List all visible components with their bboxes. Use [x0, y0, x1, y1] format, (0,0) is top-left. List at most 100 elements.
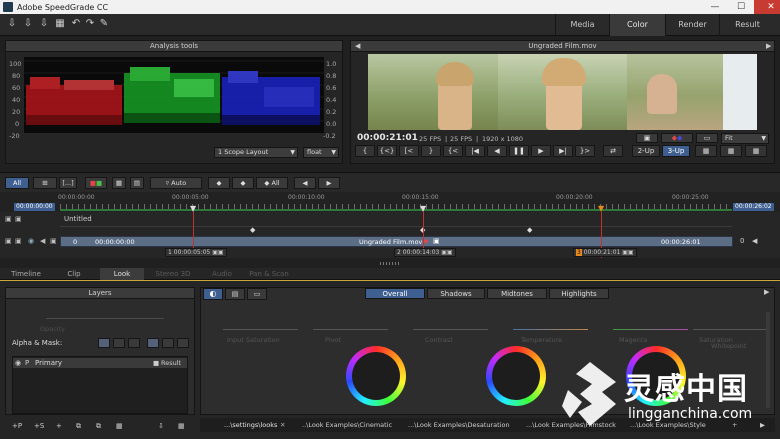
- color-swatch-icon[interactable]: ◆◆: [661, 133, 693, 143]
- marker-2-chip[interactable]: 2 00:00:14:03 ▣▣: [394, 248, 456, 257]
- loop-in-button[interactable]: [<: [399, 145, 419, 157]
- tab-look[interactable]: Look: [100, 268, 144, 280]
- tab-stereo-3d[interactable]: Stereo 3D: [146, 268, 200, 280]
- tab-result[interactable]: Result: [719, 14, 775, 36]
- step-back-button[interactable]: |◀: [465, 145, 485, 157]
- keyframe-up-icon[interactable]: ◆: [232, 177, 254, 189]
- track-lock-icon[interactable]: ▣: [5, 215, 12, 223]
- minimize-button[interactable]: —: [702, 0, 728, 14]
- look-item-desaturation[interactable]: ...\Look Examples\Desaturation: [408, 418, 510, 432]
- all-button[interactable]: All: [5, 177, 29, 189]
- color-wheel-mode-icon[interactable]: ◐: [203, 288, 223, 300]
- mask-none-icon[interactable]: [98, 338, 110, 348]
- lock-icon[interactable]: ▣: [5, 237, 12, 245]
- wipe-icon[interactable]: ▭: [696, 133, 718, 143]
- tab-media[interactable]: Media: [555, 14, 609, 36]
- panel-menu-icon[interactable]: ▶: [764, 288, 769, 296]
- shadows-color-wheel[interactable]: [346, 346, 406, 406]
- split-view-icon[interactable]: ▣: [636, 133, 658, 143]
- all-keys-button[interactable]: ◆ All: [256, 177, 288, 189]
- close-button[interactable]: ✕: [754, 0, 780, 14]
- contrast-slider[interactable]: [413, 329, 488, 330]
- look-item-settings[interactable]: ...\settings\looks: [224, 418, 277, 432]
- tab-timeline[interactable]: Timeline: [4, 268, 48, 280]
- pause-button[interactable]: ❚❚: [509, 145, 529, 157]
- keyframe-diamond[interactable]: ◆: [250, 226, 255, 234]
- mask-circle-icon[interactable]: [113, 338, 125, 348]
- open-icon[interactable]: ⇩: [6, 18, 18, 30]
- view-3up-button[interactable]: 3-Up: [662, 145, 690, 157]
- mask-rect-icon[interactable]: [128, 338, 140, 348]
- look-item-cinematic[interactable]: ..\Look Examples\Cinematic: [302, 418, 392, 432]
- layers-icon[interactable]: ▤: [130, 177, 144, 189]
- panel-resize-handle[interactable]: [380, 262, 400, 265]
- add-primary-button[interactable]: +P: [12, 422, 22, 430]
- panel-scrollbar[interactable]: [766, 312, 770, 408]
- look-browser-icon[interactable]: ▦: [178, 422, 185, 430]
- tab-highlights[interactable]: Highlights: [549, 288, 609, 299]
- prev-edit-button[interactable]: {<: [443, 145, 463, 157]
- step-forward-button[interactable]: ▶|: [553, 145, 573, 157]
- pivot-slider[interactable]: [313, 329, 388, 330]
- bracket-icon[interactable]: [...]: [59, 177, 77, 189]
- look-close-icon[interactable]: ✕: [280, 418, 285, 432]
- mask-shape-icon[interactable]: [177, 338, 189, 348]
- next-keyframe-icon[interactable]: ▶: [318, 177, 340, 189]
- layer-row-primary[interactable]: ◉ P Primary ■ Result: [13, 358, 187, 368]
- grid-icon[interactable]: ▦: [112, 177, 126, 189]
- save-look-icon[interactable]: ⇩: [158, 422, 164, 430]
- saturation-slider[interactable]: [693, 329, 768, 330]
- temperature-slider[interactable]: [513, 329, 588, 330]
- play-reverse-button[interactable]: ◀: [487, 145, 507, 157]
- midtones-color-wheel[interactable]: [486, 346, 546, 406]
- tab-color[interactable]: Color: [609, 14, 665, 36]
- scope-layout-select[interactable]: 1 Scope Layout ▼: [214, 147, 298, 158]
- loop-button[interactable]: ⇄: [603, 145, 623, 157]
- timeline-ruler[interactable]: 00:00:00:00 00:00:05:00 00:00:10:00 00:0…: [0, 192, 780, 213]
- add-keyframe-icon[interactable]: ◆: [208, 177, 230, 189]
- save-icon[interactable]: ⇩: [22, 18, 34, 30]
- go-in-button[interactable]: {<}: [377, 145, 397, 157]
- tab-midtones[interactable]: Midtones: [487, 288, 547, 299]
- add-secondary-button[interactable]: +S: [34, 422, 44, 430]
- render-queue-icon[interactable]: ▦: [54, 18, 66, 30]
- looks-menu-icon[interactable]: ▶: [760, 418, 765, 432]
- mark-out-button[interactable]: }: [421, 145, 441, 157]
- reel-icon[interactable]: ⊞: [33, 177, 57, 189]
- mask-invert-icon[interactable]: [147, 338, 159, 348]
- maximize-button[interactable]: ☐: [728, 0, 754, 14]
- result-checkbox-icon[interactable]: ■: [153, 359, 159, 367]
- tab-shadows[interactable]: Shadows: [427, 288, 485, 299]
- settings-wrench-icon[interactable]: ✎: [98, 18, 110, 30]
- audio-icon[interactable]: ◀: [40, 237, 45, 245]
- compare-a-icon[interactable]: ▦: [695, 145, 717, 157]
- tab-clip[interactable]: Clip: [50, 268, 98, 280]
- tab-pan-scan[interactable]: Pan & Scan: [244, 268, 294, 280]
- fit-select[interactable]: Fit ▼: [721, 133, 769, 144]
- video-preview[interactable]: [368, 54, 757, 130]
- look-item-filmstock[interactable]: ...\Look Examples\Filmstock: [526, 418, 616, 432]
- compare-c-icon[interactable]: ▦: [745, 145, 767, 157]
- keyframe-diamond[interactable]: ◆: [527, 226, 532, 234]
- magenta-slider[interactable]: [613, 329, 688, 330]
- color-keys-icon[interactable]: ■■: [85, 177, 107, 189]
- add-layer-button[interactable]: +: [56, 422, 62, 430]
- copy-layer-icon[interactable]: ⧉: [96, 422, 101, 431]
- compare-b-icon[interactable]: ▦: [720, 145, 742, 157]
- highlights-color-wheel[interactable]: [626, 346, 686, 406]
- marker-1-chip[interactable]: 1 00:00:05:05 ▣▣: [165, 248, 227, 257]
- scope-mode-select[interactable]: float ▼: [303, 147, 339, 158]
- save-as-icon[interactable]: ⇩: [38, 18, 50, 30]
- fx-icon[interactable]: ▣: [50, 237, 57, 245]
- redo-icon[interactable]: ↷: [84, 18, 96, 30]
- next-edit-button[interactable]: }>: [575, 145, 595, 157]
- collapse-right-icon[interactable]: ▶: [766, 42, 771, 50]
- delete-layer-icon[interactable]: ▦: [116, 422, 123, 430]
- undo-icon[interactable]: ↶: [70, 18, 82, 30]
- track-toggle-icon[interactable]: ▣: [15, 215, 22, 223]
- duplicate-layer-icon[interactable]: ⧉: [76, 422, 81, 431]
- mask-alpha-icon[interactable]: [162, 338, 174, 348]
- curves-mode-icon[interactable]: ▭: [247, 288, 267, 300]
- marker-3-chip[interactable]: 3 00:00:21:01 ▣▣: [573, 248, 637, 257]
- sliders-mode-icon[interactable]: ▤: [225, 288, 245, 300]
